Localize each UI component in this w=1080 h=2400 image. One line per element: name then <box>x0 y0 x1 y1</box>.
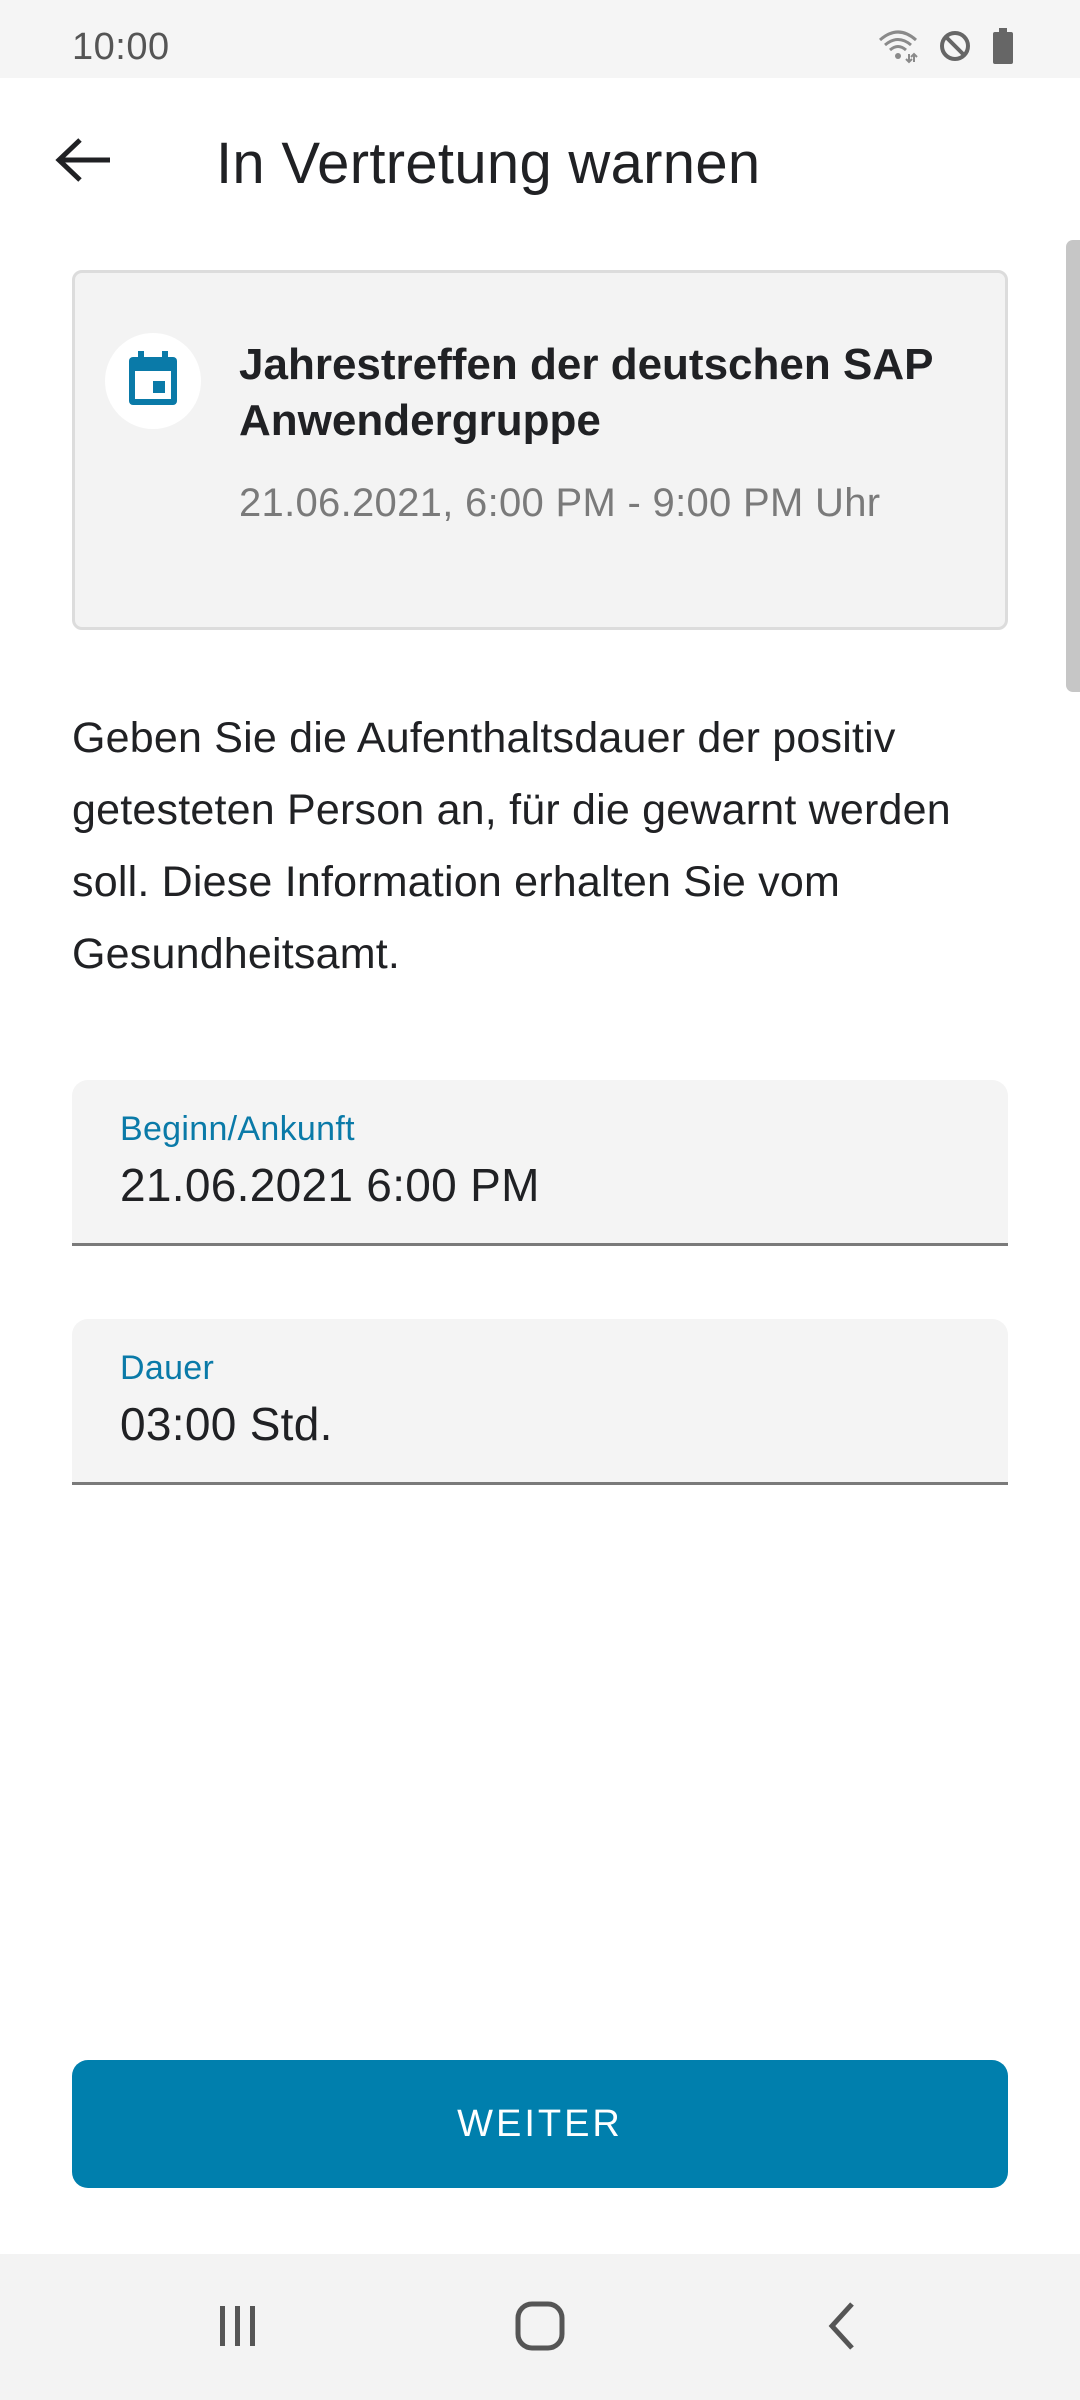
begin-arrival-field[interactable]: Beginn/Ankunft 21.06.2021 6:00 PM <box>72 1080 1008 1246</box>
back-icon <box>822 2300 862 2357</box>
screen: 10:00 In Vertretung warnen Jahrestreffen… <box>0 0 1080 2400</box>
arrow-left-icon <box>54 136 114 189</box>
back-button[interactable] <box>36 118 132 206</box>
duration-label: Dauer <box>120 1349 215 1387</box>
continue-button[interactable]: WEITER <box>72 2060 1008 2188</box>
system-back-button[interactable] <box>782 2278 902 2378</box>
event-icon-container <box>105 333 201 429</box>
status-icons <box>878 24 1014 68</box>
recents-icon <box>214 2302 262 2355</box>
begin-arrival-value[interactable]: 21.06.2021 6:00 PM <box>120 1158 540 1212</box>
begin-arrival-label: Beginn/Ankunft <box>120 1110 355 1148</box>
calendar-icon <box>127 350 179 412</box>
event-card: Jahrestreffen der deutschen SAP Anwender… <box>72 270 1008 630</box>
wifi-icon <box>878 28 918 64</box>
event-title: Jahrestreffen der deutschen SAP Anwender… <box>239 340 933 445</box>
description-text: Geben Sie die Aufenthaltsdauer der posit… <box>72 714 951 978</box>
do-not-disturb-icon <box>938 29 972 63</box>
home-icon <box>514 2300 566 2357</box>
app-bar: In Vertretung warnen <box>0 78 1080 248</box>
duration-field[interactable]: Dauer 03:00 Std. <box>72 1319 1008 1485</box>
navigation-bar <box>0 2254 1080 2400</box>
status-bar: 10:00 <box>0 0 1080 78</box>
home-button[interactable] <box>480 2278 600 2378</box>
battery-icon <box>992 28 1014 64</box>
recents-button[interactable] <box>178 2278 298 2378</box>
page-title: In Vertretung warnen <box>216 131 761 196</box>
duration-value[interactable]: 03:00 Std. <box>120 1397 333 1451</box>
event-time: 21.06.2021, 6:00 PM - 9:00 PM Uhr <box>239 481 881 525</box>
scrollbar-thumb[interactable] <box>1066 240 1080 692</box>
status-time: 10:00 <box>72 26 170 68</box>
